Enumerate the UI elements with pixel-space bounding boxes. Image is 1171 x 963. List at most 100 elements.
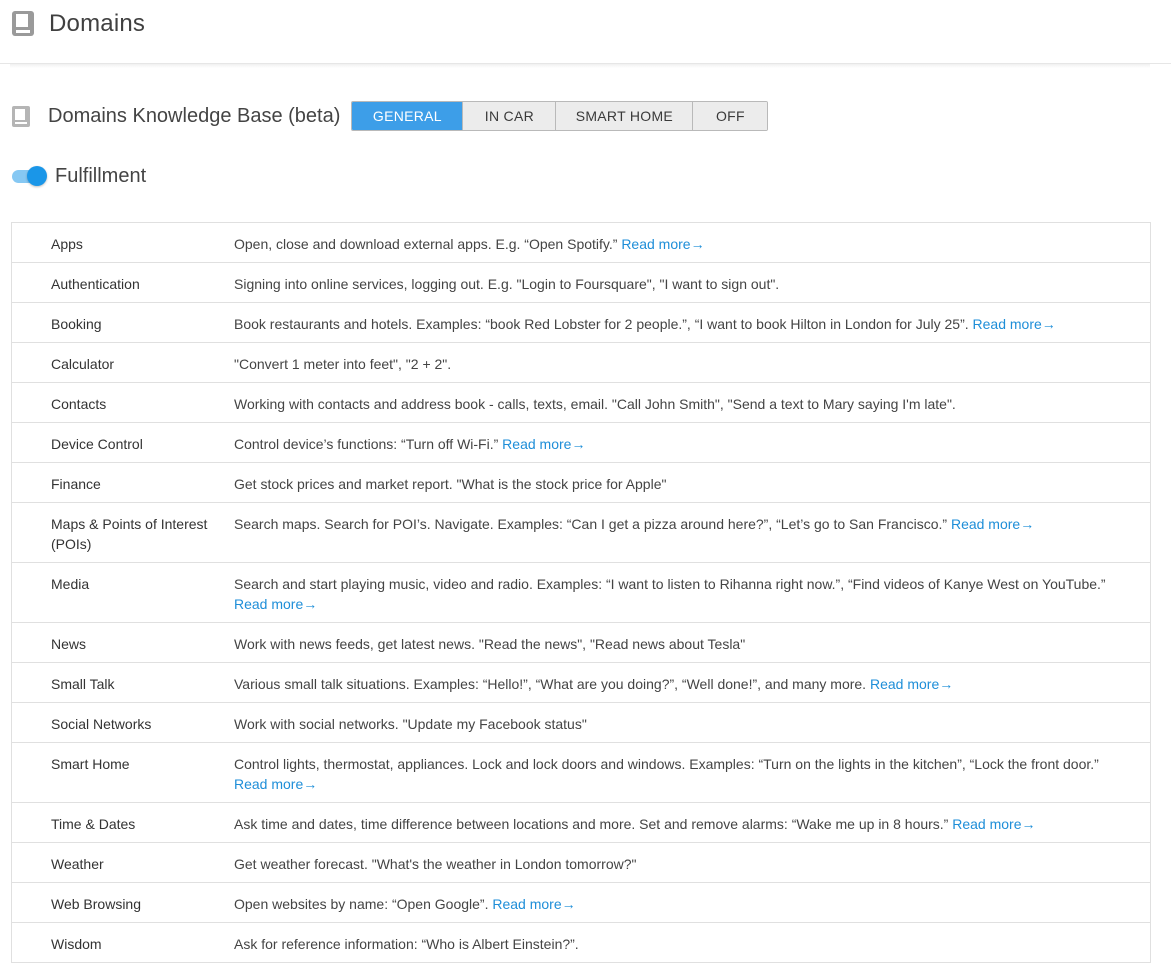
domain-name: Finance [51, 476, 101, 492]
mode-in-car-button[interactable]: IN CAR [463, 102, 557, 130]
domain-description: Get stock prices and market report. "Wha… [234, 476, 667, 492]
domain-description-cell: Book restaurants and hotels. Examples: “… [234, 303, 1150, 342]
read-more-label: Read more [952, 816, 1022, 832]
table-row: Social Networks Work with social networks… [12, 703, 1150, 743]
table-row: Wisdom Ask for reference information: “Wh… [12, 923, 1150, 963]
arrow-right-icon: → [939, 676, 954, 692]
read-more-label: Read more [950, 516, 1021, 532]
domain-description: Various small talk situations. Examples:… [234, 676, 867, 692]
fulfillment-row: Fulfillment [12, 163, 146, 189]
read-more-link[interactable]: Read more→ [492, 896, 575, 912]
domain-name: Contacts [51, 396, 107, 412]
domain-description: Search maps. Search for POI’s. Navigate.… [234, 516, 948, 532]
domain-description: Open websites by name: “Open Google”. [234, 896, 489, 912]
domain-name: Media [51, 576, 90, 592]
knowledge-base-mode-selector: GENERAL IN CAR SMART HOME OFF [351, 101, 769, 131]
page-title: Domains [49, 10, 146, 37]
domain-description-cell: Ask time and dates, time difference betw… [234, 803, 1150, 842]
read-more-link[interactable]: Read more→ [621, 236, 704, 252]
knowledge-base-title: Domains Knowledge Base (beta) [48, 104, 341, 127]
mode-off-button[interactable]: OFF [693, 102, 768, 130]
arrow-right-icon: → [303, 776, 318, 792]
read-more-link[interactable]: Read more→ [870, 676, 953, 692]
domain-name: Social Networks [51, 716, 152, 732]
domain-description: Work with social networks. "Update my Fa… [234, 716, 587, 732]
domain-description-cell: Search and start playing music, video an… [234, 563, 1150, 622]
domain-description: Control device’s functions: “Turn off Wi… [234, 436, 499, 452]
table-row: Maps & Points of Interest (POIs) Search m… [12, 503, 1150, 563]
table-row: News Work with news feeds, get latest new… [12, 623, 1150, 663]
domain-description-cell: Get stock prices and market report. "Wha… [234, 463, 1150, 502]
domain-name: Time & Dates [51, 816, 136, 832]
domain-description-cell: Open, close and download external apps. … [234, 223, 1150, 262]
book-icon [12, 105, 30, 127]
knowledge-base-row: Domains Knowledge Base (beta) GENERAL IN… [12, 100, 769, 132]
domain-name: Booking [51, 316, 102, 332]
domain-name: Wisdom [51, 936, 102, 952]
read-more-label: Read more [972, 316, 1042, 332]
domain-name: Authentication [51, 276, 140, 292]
domain-description-cell: Work with social networks. "Update my Fa… [234, 703, 1150, 742]
mode-smart-home-button[interactable]: SMART HOME [556, 102, 694, 130]
book-icon [12, 11, 34, 36]
read-more-link[interactable]: Read more→ [234, 596, 317, 612]
read-more-label: Read more [502, 436, 572, 452]
domain-description: Control lights, thermostat, appliances. … [234, 756, 1099, 772]
domain-name: Weather [51, 856, 104, 872]
domain-description: Book restaurants and hotels. Examples: “… [234, 316, 969, 332]
read-more-link[interactable]: Read more→ [951, 516, 1034, 532]
table-row: Small Talk Various small talk situations.… [12, 663, 1150, 703]
domain-description-cell: Signing into online services, logging ou… [234, 263, 1150, 302]
read-more-link[interactable]: Read more→ [502, 436, 585, 452]
table-row: Device Control Control device’s functions… [12, 423, 1150, 463]
read-more-label: Read more [621, 236, 691, 252]
domain-description: Working with contacts and address book -… [234, 396, 956, 412]
mode-general-button[interactable]: GENERAL [352, 102, 464, 130]
domain-description: Signing into online services, logging ou… [234, 276, 780, 292]
fulfillment-toggle[interactable] [12, 163, 48, 189]
read-more-label: Read more [234, 596, 304, 612]
header-divider [10, 64, 1150, 68]
table-row: Finance Get stock prices and market repor… [12, 463, 1150, 503]
domain-name: Small Talk [51, 676, 115, 692]
domain-name: Device Control [51, 436, 143, 452]
domain-description-cell: Search maps. Search for POI’s. Navigate.… [234, 503, 1150, 562]
arrow-right-icon: → [1020, 516, 1035, 532]
domain-description-cell: Get weather forecast. "What's the weathe… [234, 843, 1150, 882]
domain-description: "Convert 1 meter into feet", "2 + 2". [234, 356, 452, 372]
domain-name: Web Browsing [51, 896, 142, 912]
domain-name: Maps & Points of Interest (POIs) [51, 516, 208, 552]
domain-description-cell: Working with contacts and address book -… [234, 383, 1150, 422]
domain-description: Open, close and download external apps. … [234, 236, 618, 252]
read-more-link[interactable]: Read more→ [973, 316, 1056, 332]
domain-description: Ask time and dates, time difference betw… [234, 816, 949, 832]
table-row: Media Search and start playing music, vid… [12, 563, 1150, 623]
domain-name: Calculator [51, 356, 115, 372]
domain-description: Ask for reference information: “Who is A… [234, 936, 579, 952]
table-row: Smart Home Control lights, thermostat, ap… [12, 743, 1150, 803]
read-more-link[interactable]: Read more→ [952, 816, 1035, 832]
domain-description-cell: Control lights, thermostat, appliances. … [234, 743, 1150, 802]
toggle-knob [27, 166, 47, 186]
read-more-link[interactable]: Read more→ [234, 776, 317, 792]
domain-description: Work with news feeds, get latest news. "… [234, 636, 746, 652]
domain-description-cell: Work with news feeds, get latest news. "… [234, 623, 1150, 662]
domain-name: Apps [51, 236, 83, 252]
domain-name: News [51, 636, 87, 652]
domains-table: Apps Open, close and download external ap… [11, 222, 1151, 963]
domain-description-cell: Control device’s functions: “Turn off Wi… [234, 423, 1150, 462]
arrow-right-icon: → [561, 896, 576, 912]
read-more-label: Read more [492, 896, 562, 912]
table-row: Booking Book restaurants and hotels. Exam… [12, 303, 1150, 343]
domain-description: Get weather forecast. "What's the weathe… [234, 856, 637, 872]
arrow-right-icon: → [303, 596, 318, 612]
fulfillment-label: Fulfillment [55, 164, 147, 187]
table-row: Weather Get weather forecast. "What's the… [12, 843, 1150, 883]
read-more-label: Read more [234, 776, 304, 792]
domain-description-cell: Various small talk situations. Examples:… [234, 663, 1150, 702]
domain-description-cell: Open websites by name: “Open Google”. Re… [234, 883, 1150, 922]
page-header: Domains [0, 0, 1171, 64]
domain-description: Search and start playing music, video an… [234, 576, 1106, 592]
table-row: Authentication Signing into online servic… [12, 263, 1150, 303]
table-row: Calculator "Convert 1 meter into feet", "… [12, 343, 1150, 383]
